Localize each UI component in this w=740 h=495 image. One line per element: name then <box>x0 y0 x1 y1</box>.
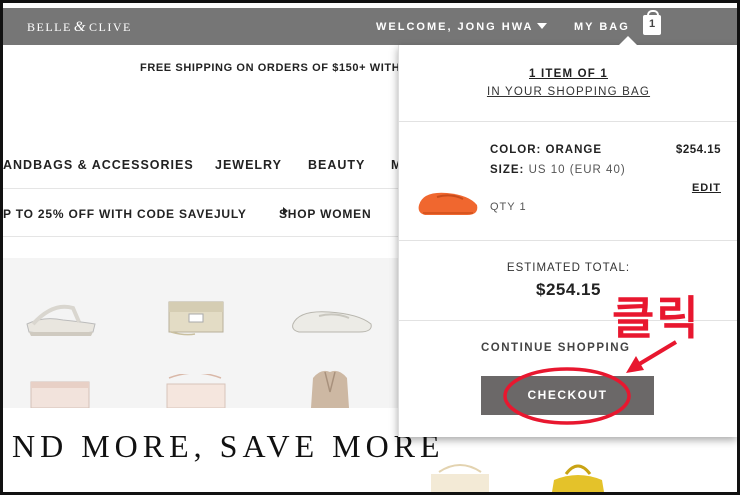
sale-banner: ND MORE, SAVE MORE <box>12 428 445 464</box>
bag-item-count-text: 1 ITEM OF 1 <box>528 68 609 80</box>
logo-ampersand: & <box>73 19 87 35</box>
item-color: COLOR: ORANGE <box>490 144 603 156</box>
divider <box>3 236 403 237</box>
clutch-image[interactable] <box>165 294 229 338</box>
bag-item-count[interactable]: 1 ITEM OF 1 <box>399 68 738 80</box>
logo[interactable]: BELLE & CLIVE <box>27 19 132 36</box>
tote-image[interactable] <box>425 462 495 492</box>
logo-right-text: CLIVE <box>89 20 132 34</box>
chevron-right-icon <box>283 207 288 215</box>
my-bag-link[interactable]: MY BAG <box>574 21 630 33</box>
click-annotation-text: 클릭 <box>612 291 701 345</box>
checkout-button[interactable]: CHECKOUT <box>481 376 654 415</box>
shop-women-label: SHOP WOMEN <box>279 207 372 221</box>
pink-clutch-image[interactable] <box>29 374 93 408</box>
bag-count-badge: 1 <box>648 18 656 30</box>
item-quantity: QTY 1 <box>490 201 527 213</box>
sandal-image[interactable] <box>23 294 99 338</box>
jacket-image[interactable] <box>303 366 357 408</box>
welcome-text: WELCOME, JONG HWA <box>376 21 534 33</box>
nav-item-jewelry[interactable]: JEWELRY <box>215 158 282 172</box>
shopping-bag-icon[interactable]: 1 <box>643 10 661 35</box>
crossbody-image[interactable] <box>163 374 229 408</box>
dropdown-pointer <box>619 36 637 45</box>
bag-subtitle-link[interactable]: IN YOUR SHOPPING BAG <box>399 86 738 98</box>
orange-loafer-image[interactable] <box>417 185 479 221</box>
bag-subtitle-text: IN YOUR SHOPPING BAG <box>486 86 651 98</box>
product-grid <box>3 258 399 408</box>
item-size-value: US 10 (EUR 40) <box>528 164 626 176</box>
offer-text: P TO 25% OFF WITH CODE SAVEJULY <box>3 207 247 221</box>
yellow-bag-image[interactable] <box>548 460 608 492</box>
total-label: ESTIMATED TOTAL: <box>506 262 631 274</box>
shopping-bag-dropdown: 1 ITEM OF 1 IN YOUR SHOPPING BAG COLOR: … <box>398 45 738 437</box>
edit-item-link[interactable]: EDIT <box>692 182 721 194</box>
nav-item-beauty[interactable]: BEAUTY <box>308 158 365 172</box>
bag-line-item: COLOR: ORANGE SIZE: US 10 (EUR 40) $254.… <box>399 123 738 241</box>
nav-item-handbags[interactable]: ANDBAGS & ACCESSORIES <box>3 158 194 172</box>
item-size: SIZE: US 10 (EUR 40) <box>490 164 626 176</box>
chevron-down-icon <box>537 23 548 29</box>
continue-shopping-link[interactable]: CONTINUE SHOPPING <box>481 342 630 354</box>
account-menu[interactable]: WELCOME, JONG HWA <box>376 21 548 33</box>
bag-header: 1 ITEM OF 1 IN YOUR SHOPPING BAG <box>399 45 738 122</box>
logo-left-text: BELLE <box>27 20 72 34</box>
divider <box>3 188 403 189</box>
loafer-image[interactable] <box>289 304 375 338</box>
item-size-label: SIZE: <box>490 164 525 176</box>
promo-banner: FREE SHIPPING ON ORDERS OF $150+ WITH <box>140 62 401 74</box>
item-price: $254.15 <box>675 144 721 156</box>
